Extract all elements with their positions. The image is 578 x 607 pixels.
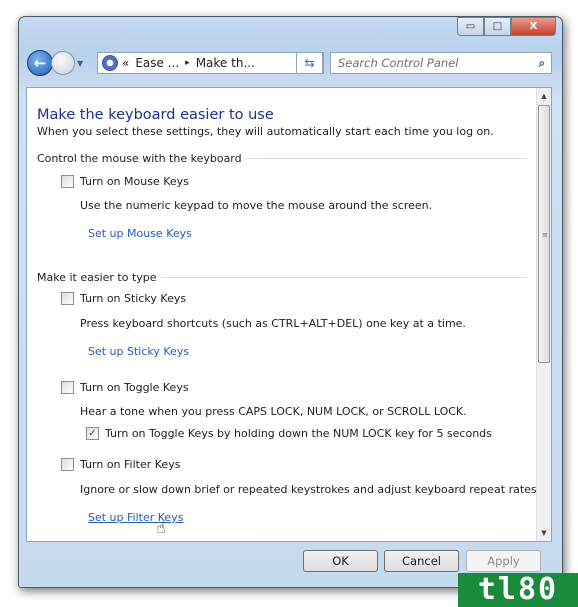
scroll-up-icon[interactable]: ▲ [537, 88, 551, 104]
minimize-button[interactable]: ▭ [457, 17, 484, 36]
window: ▭ □ X ← ▼ « Ease ... ▸ Make th... ▾ ⇆ Se… [18, 16, 563, 588]
breadcrumb-overflow[interactable]: « [122, 56, 129, 70]
forward-button[interactable] [51, 51, 75, 75]
hand-cursor-icon: ☝ [156, 518, 166, 537]
breadcrumb-ease[interactable]: Ease ... [135, 56, 179, 70]
checkbox[interactable] [61, 292, 74, 305]
setup-mouse-keys-link[interactable]: Set up Mouse Keys [88, 227, 192, 240]
refresh-icon: ⇆ [304, 56, 315, 70]
option-description: Press keyboard shortcuts (such as CTRL+A… [80, 317, 466, 330]
option-description: Ignore or slow down brief or repeated ke… [80, 483, 541, 496]
refresh-button[interactable]: ⇆ [296, 52, 323, 74]
search-input[interactable]: Search Control Panel ⌕ [330, 52, 552, 74]
navigation: ← ▼ [27, 50, 83, 76]
check-icon: ✓ [88, 428, 97, 439]
group-heading: Control the mouse with the keyboard [37, 152, 242, 165]
filter-keys-checkbox[interactable]: Turn on Filter Keys [61, 458, 180, 471]
maximize-button[interactable]: □ [484, 17, 511, 36]
sticky-keys-checkbox[interactable]: Turn on Sticky Keys [61, 292, 186, 305]
back-arrow-icon: ← [33, 54, 47, 72]
setup-sticky-keys-link[interactable]: Set up Sticky Keys [88, 345, 189, 358]
checkbox[interactable] [61, 175, 74, 188]
watermark-logo: tl80 [458, 573, 578, 607]
checkbox-label: Turn on Sticky Keys [80, 292, 187, 305]
checkbox[interactable] [61, 458, 74, 471]
search-icon[interactable]: ⌕ [539, 56, 545, 71]
checkbox-label: Turn on Filter Keys [80, 458, 181, 471]
group-typing: Make it easier to type [37, 271, 527, 284]
search-placeholder: Search Control Panel [338, 56, 459, 70]
close-button[interactable]: X [511, 17, 556, 36]
window-controls: ▭ □ X [457, 17, 556, 36]
setup-filter-keys-link[interactable]: Set up Filter Keys [88, 511, 183, 524]
option-description: Hear a tone when you press CAPS LOCK, NU… [80, 405, 467, 418]
mouse-keys-checkbox[interactable]: Turn on Mouse Keys [61, 175, 189, 188]
checkbox-label: Turn on Toggle Keys by holding down the … [105, 427, 492, 440]
option-description: Use the numeric keypad to move the mouse… [80, 199, 433, 212]
group-heading: Make it easier to type [37, 271, 157, 284]
ok-button[interactable]: OK [303, 550, 378, 572]
page-subtitle: When you select these settings, they wil… [37, 125, 494, 138]
toggle-keys-checkbox[interactable]: Turn on Toggle Keys [61, 381, 189, 394]
vertical-scrollbar[interactable]: ▲ ≡ ▼ [536, 88, 551, 541]
page-title: Make the keyboard easier to use [37, 107, 274, 123]
ease-of-access-icon [102, 55, 118, 71]
checkbox[interactable] [61, 381, 74, 394]
cancel-button[interactable]: Cancel [384, 550, 459, 572]
scroll-down-icon[interactable]: ▼ [537, 525, 551, 541]
breadcrumb-make[interactable]: Make th... [196, 56, 255, 70]
divider [160, 277, 527, 278]
back-button[interactable]: ← [27, 50, 53, 76]
toggle-keys-numlock-checkbox[interactable]: ✓ Turn on Toggle Keys by holding down the… [86, 427, 492, 440]
checkbox-label: Turn on Toggle Keys [80, 381, 189, 394]
scrollbar-thumb[interactable]: ≡ [538, 105, 550, 363]
divider [245, 158, 527, 159]
checkbox-label: Turn on Mouse Keys [80, 175, 189, 188]
breadcrumb-separator-icon[interactable]: ▸ [185, 58, 190, 68]
group-mouse: Control the mouse with the keyboard [37, 152, 527, 165]
recent-pages-dropdown-icon[interactable]: ▼ [77, 59, 83, 68]
checkbox-checked[interactable]: ✓ [86, 427, 99, 440]
content-pane: Make the keyboard easier to use When you… [26, 87, 552, 542]
address-bar[interactable]: « Ease ... ▸ Make th... ▾ [97, 52, 324, 74]
apply-button[interactable]: Apply [466, 550, 541, 572]
grip-icon: ≡ [542, 231, 548, 239]
